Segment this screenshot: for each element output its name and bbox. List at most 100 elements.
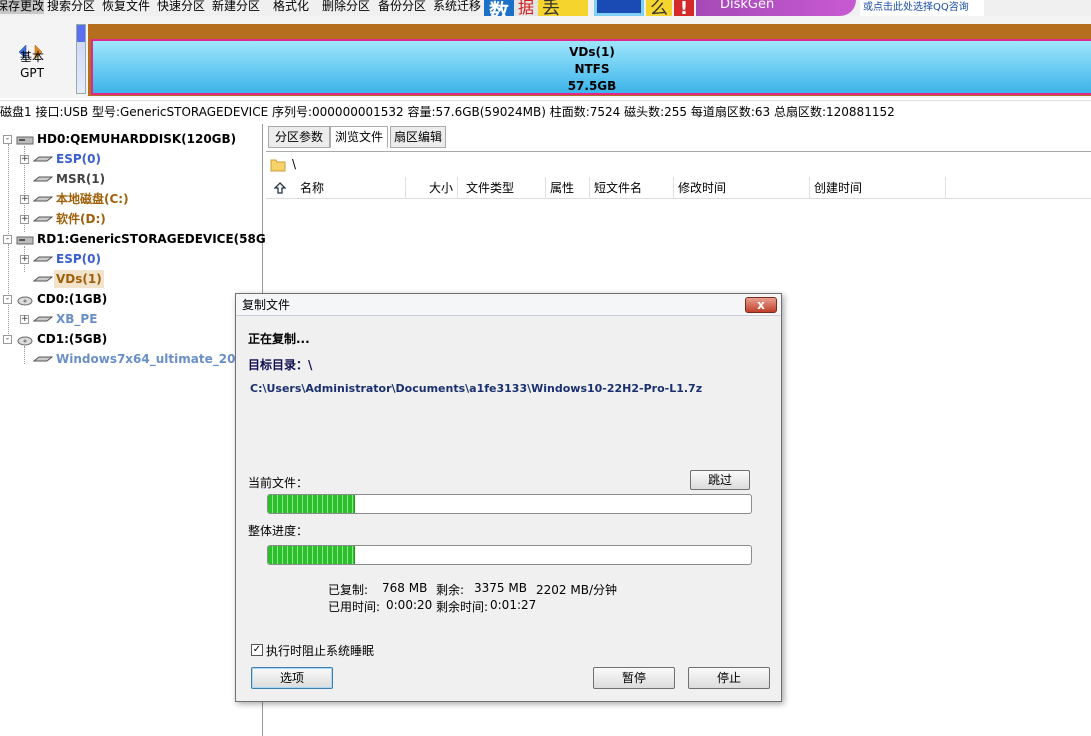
close-button[interactable]: x <box>745 297 777 313</box>
expand-toggle[interactable]: + <box>20 315 29 324</box>
search-partition-button[interactable]: 搜索分区 <box>47 0 95 14</box>
tree-node-hd0[interactable]: HD0:QEMUHARDDISK(120GB) <box>37 130 236 148</box>
copied-value: 768 MB <box>382 581 428 595</box>
skip-button[interactable]: 跳过 <box>690 470 750 490</box>
tree-node-local-c[interactable]: 本地磁盘(C:) <box>56 190 129 208</box>
overall-progress-label: 整体进度： <box>248 524 309 538</box>
ad-banner-char-2[interactable]: 据 <box>514 0 538 16</box>
tree-node-msr1[interactable]: MSR(1) <box>56 170 105 188</box>
copy-speed: 2202 MB/分钟 <box>536 583 617 597</box>
partition-icon <box>33 316 53 322</box>
elapsed-value: 0:00:20 <box>386 598 433 612</box>
disk-type-gpt: GPT <box>20 66 44 80</box>
col-name[interactable]: 名称 <box>296 177 406 199</box>
current-file-label: 当前文件： <box>248 476 309 490</box>
disk-map-bar: 基本 GPT VDs(1) NTFS 57.5GB <box>0 16 1091 98</box>
tree-node-win7[interactable]: Windows7x64_ultimate_2025 <box>56 350 252 368</box>
ad-banner-brand[interactable]: DiskGen <box>696 0 856 16</box>
overall-progress-bar <box>267 545 752 565</box>
collapse-toggle[interactable]: - <box>3 335 12 344</box>
partition-icon <box>33 356 53 362</box>
collapse-toggle[interactable]: - <box>3 235 12 244</box>
partition-icon <box>33 156 53 162</box>
expand-toggle[interactable]: + <box>20 215 29 224</box>
pause-button[interactable]: 暂停 <box>593 667 675 689</box>
quick-partition-button[interactable]: 快速分区 <box>157 0 205 14</box>
tree-node-soft-d[interactable]: 软件(D:) <box>56 210 106 228</box>
ad-banner-char-5[interactable]: 么 <box>646 0 672 16</box>
tree-node-cd1[interactable]: CD1:(5GB) <box>37 330 107 348</box>
prevent-sleep-label[interactable]: 执行时阻止系统睡眠 <box>266 642 374 659</box>
tree-node-vds1-selected[interactable]: VDs(1) <box>54 270 104 288</box>
collapse-toggle[interactable]: - <box>3 135 12 144</box>
partition-name: VDs(1) <box>569 45 615 59</box>
partition-icon <box>33 256 53 262</box>
expand-toggle[interactable]: + <box>20 195 29 204</box>
col-size[interactable]: 大小 <box>406 177 458 199</box>
system-migration-button[interactable]: 系统迁移 <box>433 0 481 14</box>
col-created-time[interactable]: 创建时间 <box>810 177 946 199</box>
tab-sector-edit[interactable]: 扇区编辑 <box>390 126 446 148</box>
file-list-header: 名称 大小 文件类型 属性 短文件名 修改时间 创建时间 <box>266 177 1091 199</box>
disk-type-basic: 基本 <box>19 50 44 64</box>
expand-toggle[interactable]: + <box>20 155 29 164</box>
tree-node-xb-pe[interactable]: XB_PE <box>56 310 97 328</box>
disk-tree: - HD0:QEMUHARDDISK(120GB) + ESP(0) MSR(1… <box>0 124 280 736</box>
expand-toggle[interactable]: + <box>20 255 29 264</box>
recover-files-button[interactable]: 恢复文件 <box>102 0 150 14</box>
new-partition-button[interactable]: 新建分区 <box>212 0 260 14</box>
col-modified-time[interactable]: 修改时间 <box>674 177 810 199</box>
tab-partition-params[interactable]: 分区参数 <box>268 126 330 148</box>
delete-partition-button[interactable]: 删除分区 <box>322 0 370 14</box>
tree-node-rd1[interactable]: RD1:GenericSTORAGEDEVICE(58GB) <box>37 230 280 248</box>
partition-vds[interactable]: VDs(1) NTFS 57.5GB <box>91 39 1091 95</box>
tree-node-cd0[interactable]: CD0:(1GB) <box>37 290 107 308</box>
partition-block[interactable]: VDs(1) NTFS 57.5GB <box>88 24 1091 96</box>
time-left-label: 剩余时间: <box>436 600 489 614</box>
partition-fs: NTFS <box>574 62 610 76</box>
prevent-sleep-checkbox[interactable]: ✓ <box>251 644 263 656</box>
backup-partition-button[interactable]: 备份分区 <box>378 0 426 14</box>
stop-button[interactable]: 停止 <box>688 667 770 689</box>
source-file-path: C:\Users\Administrator\Documents\a1fe313… <box>250 382 703 395</box>
disk-info-line: 磁盘1 接口:USB 型号:GenericSTORAGEDEVICE 序列号:0… <box>0 100 1091 122</box>
qq-consult-link[interactable]: 或点击此处选择QQ咨询 <box>860 0 984 16</box>
dialog-titlebar: 复制文件 x <box>236 294 781 316</box>
partition-size: 57.5GB <box>567 79 617 93</box>
partition-icon <box>33 176 53 182</box>
options-button[interactable]: 选项 <box>251 667 333 689</box>
overall-progress-fill <box>268 546 355 564</box>
copy-files-dialog: 复制文件 x 正在复制... 目标目录：\ C:\Users\Administr… <box>235 293 782 702</box>
up-folder-icon[interactable] <box>274 182 286 194</box>
tab-browse-files[interactable]: 浏览文件 <box>330 126 388 148</box>
ad-banner-char-3[interactable]: 丢 <box>538 0 588 16</box>
tree-node-rd1-esp0[interactable]: ESP(0) <box>56 250 101 268</box>
ad-banner-char-6[interactable]: ! <box>674 0 694 16</box>
elapsed-label: 已用时间: <box>328 600 381 614</box>
partition-icon <box>33 196 53 202</box>
collapse-toggle[interactable]: - <box>3 295 12 304</box>
remaining-value: 3375 MB <box>474 581 527 595</box>
ad-banner-char-1[interactable]: 数 <box>484 0 514 16</box>
format-button[interactable]: 格式化 <box>273 0 309 14</box>
col-attributes[interactable]: 属性 <box>546 177 590 199</box>
tree-line <box>8 144 9 244</box>
folder-icon <box>270 159 286 172</box>
diskgenius-window: 保存更改 搜索分区 恢复文件 快速分区 新建分区 格式化 删除分区 备份分区 系… <box>0 0 1091 736</box>
ad-banner-block[interactable] <box>594 0 644 16</box>
current-file-progress-bar <box>267 494 752 514</box>
usb-disk-icon <box>16 236 34 245</box>
cd-drive-icon <box>17 336 33 346</box>
tree-line <box>24 346 25 364</box>
copied-label: 已复制: <box>328 583 369 597</box>
hard-disk-icon <box>16 136 34 145</box>
col-short-name[interactable]: 短文件名 <box>590 177 674 199</box>
save-changes-button[interactable]: 保存更改 <box>0 0 45 14</box>
check-mark-icon: ✓ <box>252 644 262 655</box>
cd-drive-icon <box>17 296 33 306</box>
tree-node-esp0[interactable]: ESP(0) <box>56 150 101 168</box>
current-file-progress-fill <box>268 495 355 513</box>
current-path: \ <box>292 157 297 171</box>
col-file-type[interactable]: 文件类型 <box>462 177 546 199</box>
close-icon: x <box>757 298 765 312</box>
